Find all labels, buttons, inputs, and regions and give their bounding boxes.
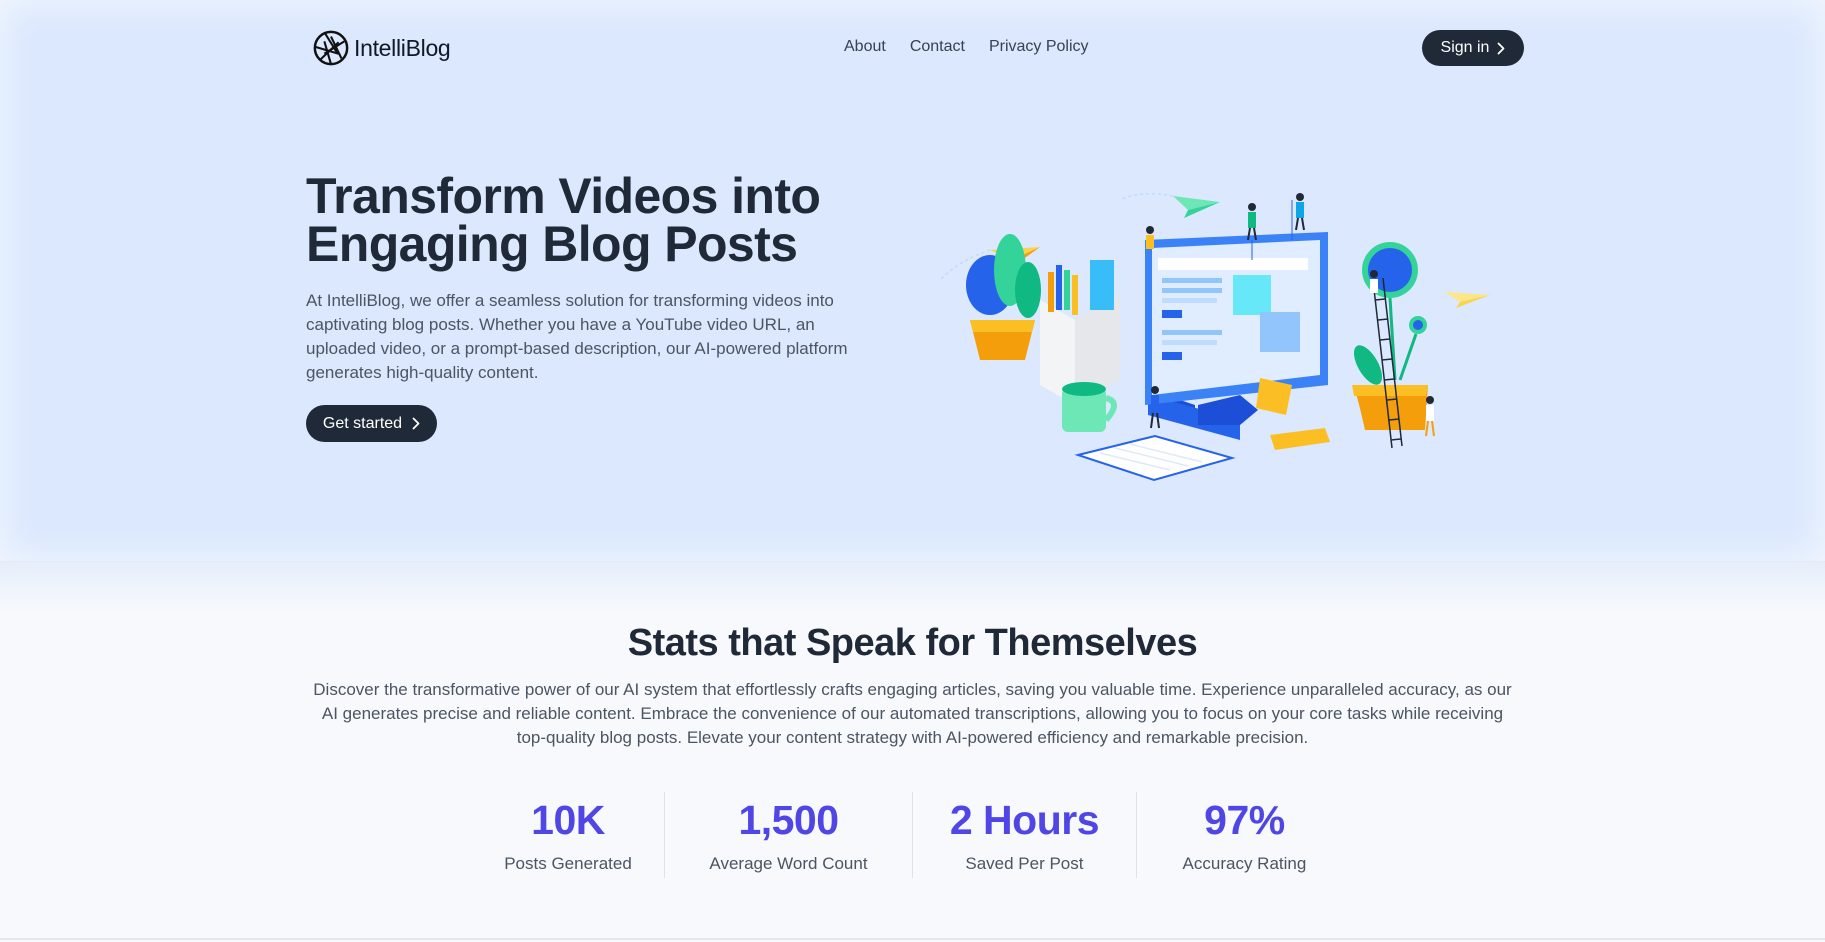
person-figure (1291, 193, 1305, 240)
section-divider (0, 938, 1825, 940)
hero-description: At IntelliBlog, we offer a seamless solu… (306, 291, 848, 382)
brand-name: IntelliBlog (354, 34, 451, 61)
stat-item: 1,500 Average Word Count (664, 792, 912, 878)
hero-section (0, 0, 1825, 562)
site-header: IntelliBlog About Contact Privacy Policy… (306, 26, 1524, 70)
main-nav: About Contact Privacy Policy (844, 38, 1089, 56)
nav-contact[interactable]: Contact (910, 38, 965, 56)
hero-fade (0, 562, 1825, 612)
hero-title: Transform Videos into Engaging Blog Post… (306, 168, 821, 272)
stats-title: Stats that Speak for Themselves (627, 622, 1198, 664)
nav-about[interactable]: About (844, 38, 886, 56)
stat-label: Average Word Count (709, 854, 868, 873)
nav-privacy-policy[interactable]: Privacy Policy (989, 38, 1089, 56)
paper-plane-icon (1445, 292, 1490, 308)
stat-label: Saved Per Post (965, 854, 1084, 873)
stats-description: Discover the transformative power of our… (313, 680, 1512, 747)
sticky-note (1270, 428, 1330, 450)
mug (1062, 382, 1117, 432)
stats-row: 10K Posts Generated 1,500 Average Word C… (472, 792, 1352, 878)
chevron-right-icon (1498, 42, 1505, 54)
stat-value: 10K (531, 797, 605, 843)
get-started-label: Get started (322, 414, 403, 432)
sign-in-label: Sign in (1440, 39, 1490, 56)
stat-item: 10K Posts Generated (472, 792, 664, 878)
person-figure (1150, 386, 1160, 429)
stat-value: 1,500 (738, 797, 839, 843)
workspace-illustration (940, 193, 1490, 482)
person-figure (1425, 396, 1435, 437)
monitor (1145, 232, 1328, 440)
stat-item: 2 Hours Saved Per Post (911, 792, 1136, 878)
aperture-icon (313, 30, 349, 66)
person-figure (1370, 270, 1378, 293)
stat-value: 97% (1204, 797, 1285, 843)
stat-value: 2 Hours (949, 797, 1100, 843)
stat-item: 97% Accuracy Rating (1135, 792, 1352, 878)
sign-in-button[interactable]: Sign in (1422, 30, 1524, 66)
person-figure (1146, 226, 1154, 249)
paper-plane-icon (1119, 193, 1220, 218)
stat-label: Posts Generated (504, 854, 632, 873)
flower-plant (1352, 242, 1428, 430)
get-started-button[interactable]: Get started (306, 405, 437, 442)
stat-label: Accuracy Rating (1182, 854, 1307, 873)
brand-logo[interactable]: IntelliBlog (312, 29, 451, 67)
chevron-right-icon (412, 417, 420, 430)
keyboard (1074, 434, 1236, 482)
